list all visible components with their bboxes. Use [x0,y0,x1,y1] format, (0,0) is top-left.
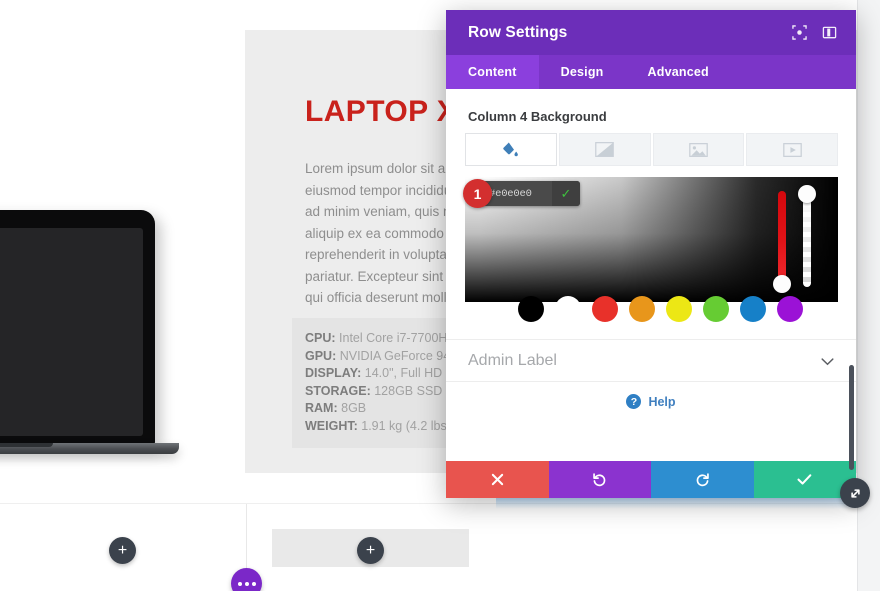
modal-footer [446,461,856,498]
product-image-column [0,0,245,503]
modal-header: Row Settings [446,10,856,55]
image-icon [689,142,708,157]
laptop-lid [0,210,155,446]
swatch-orange[interactable] [629,296,655,322]
alpha-slider[interactable] [803,191,811,287]
redo-button[interactable] [651,461,754,498]
swatch-blue[interactable] [740,296,766,322]
color-swatches [465,294,838,324]
resize-diagonal-icon[interactable] [840,478,870,508]
undo-icon [593,473,606,487]
swatch-white[interactable] [555,296,581,322]
add-module-button-2[interactable]: + [357,537,384,564]
admin-label-text: Admin Label [468,351,557,369]
gradient-icon [595,142,614,157]
swatch-red[interactable] [592,296,618,322]
page-row-bottom: + + + [0,503,880,591]
modal-tabs: Content Design Advanced [446,55,856,89]
undo-button[interactable] [548,461,651,498]
spec-key: CPU: [305,331,336,345]
chevron-down-icon[interactable] [821,353,834,369]
screenshot-root: LAPTOP X1 Lorem ipsum dolor sit amet, co… [0,0,880,591]
background-color-tab[interactable] [465,133,557,166]
close-icon [491,473,503,486]
modal-title: Row Settings [468,23,568,41]
checkmark-icon [797,474,812,485]
hue-slider[interactable] [778,191,786,287]
laptop-illustration [0,210,195,490]
background-gradient-tab[interactable] [558,133,651,166]
spec-value: 128GB SSD [370,383,443,398]
bottom-cell-1: + [0,504,245,591]
alpha-slider-knob[interactable] [798,185,816,203]
hue-slider-knob[interactable] [773,275,791,293]
help-row[interactable]: ? Help [446,394,856,409]
background-type-tabs [465,133,838,166]
plus-icon: + [365,541,376,559]
dot-3 [251,581,256,586]
color-picker-saturation-area[interactable]: 1 #e0e0e0 ✓ [463,177,838,302]
spec-value: 1.91 kg (4.2 lbs) [357,418,451,433]
spec-key: RAM: [305,401,338,416]
spec-key: WEIGHT: [305,418,358,433]
section-title: Column 4 Background [468,109,607,124]
cancel-button[interactable] [446,461,549,498]
row-options-button[interactable] [231,568,262,591]
tab-design[interactable]: Design [539,55,626,89]
spec-value: 8GB [337,401,367,416]
admin-label-row[interactable]: Admin Label [446,339,856,382]
hex-confirm-button[interactable]: ✓ [552,181,580,206]
laptop-screen [0,228,143,436]
swatch-green[interactable] [703,296,729,322]
swatch-black[interactable] [518,296,544,322]
background-video-tab[interactable] [746,133,838,166]
laptop-base [0,443,179,454]
focus-mode-icon[interactable] [786,20,812,46]
panel-layout-icon[interactable] [816,20,842,46]
help-label[interactable]: Help [648,395,675,409]
tab-advanced[interactable]: Advanced [626,55,731,89]
redo-icon [696,473,709,487]
tab-content[interactable]: Content [446,55,539,89]
video-icon [782,142,802,157]
add-module-button-1[interactable]: + [109,537,136,564]
modal-scrollbar-thumb[interactable] [849,365,854,470]
dot-2 [244,581,249,586]
swatch-yellow[interactable] [666,296,692,322]
background-image-tab[interactable] [652,133,745,166]
spec-key: DISPLAY: [305,366,362,381]
dot-1 [237,581,242,586]
plus-icon: + [117,541,128,559]
swatch-purple[interactable] [777,296,803,322]
spec-key: GPU: [305,348,337,363]
step-badge-1: 1 [463,179,492,208]
row-settings-modal: Row Settings Content Design Advanced Col… [446,10,856,498]
bottom-cell-2: + [246,504,496,591]
paint-bucket-icon [503,142,519,157]
spec-value: Intel Core i7-7700HQ [335,331,458,345]
hex-input-box[interactable]: 1 #e0e0e0 ✓ [463,179,580,208]
help-icon: ? [626,394,642,409]
spec-key: STORAGE: [305,383,371,398]
modal-body: Column 4 Background 1 #e0e0e0 ✓ Admin La… [446,89,856,498]
